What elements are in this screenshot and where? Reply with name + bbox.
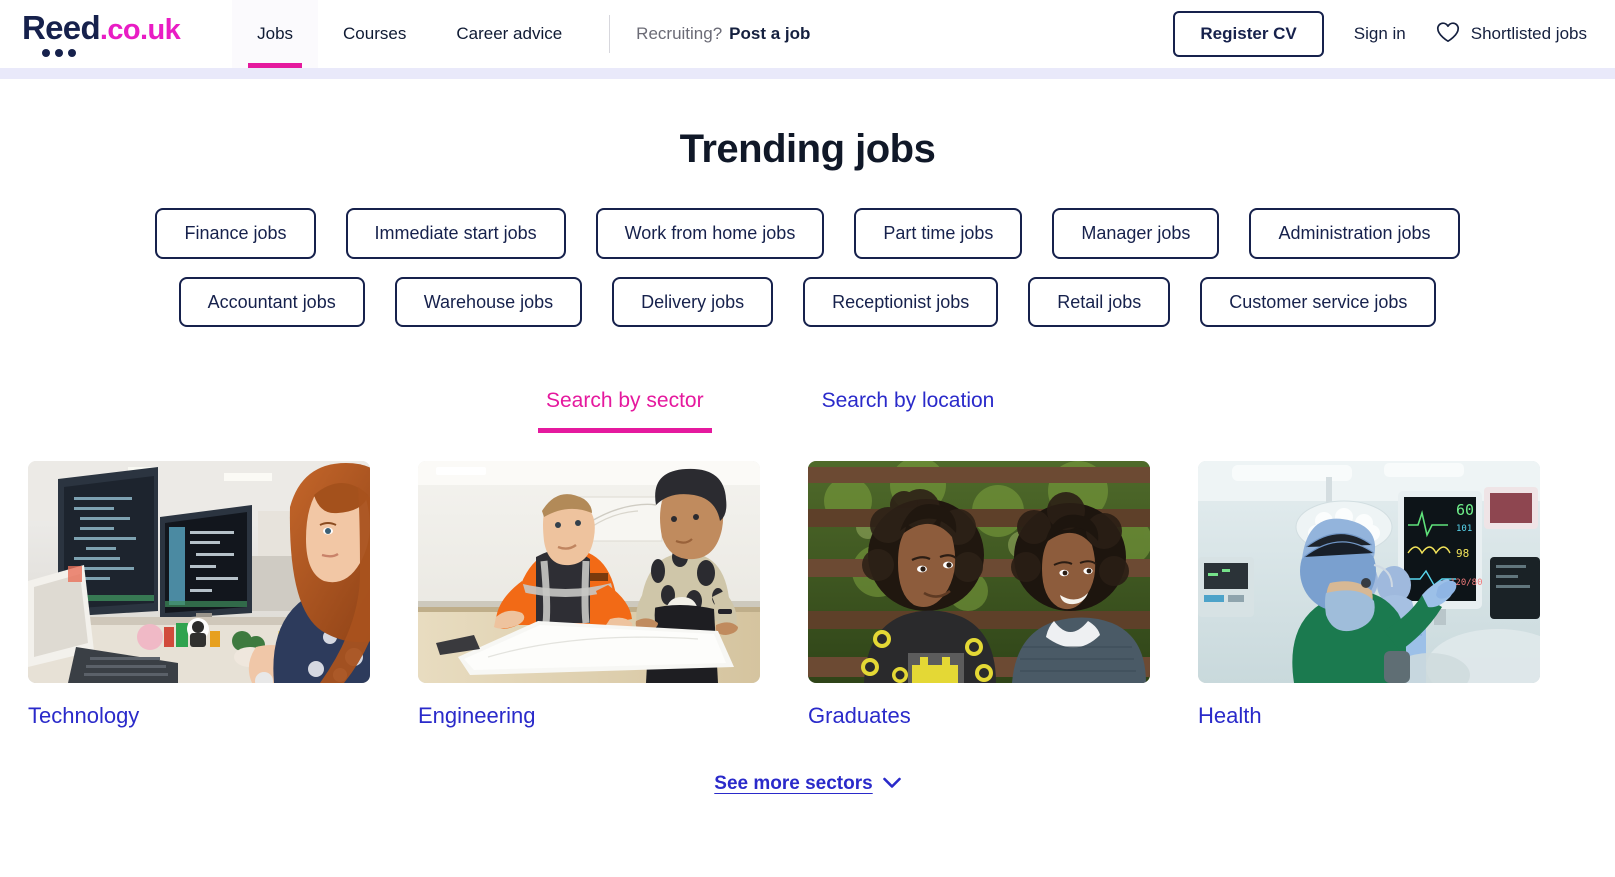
chevron-down-icon bbox=[882, 773, 901, 795]
nav-item-career-advice-label: Career advice bbox=[456, 24, 563, 43]
sector-card-engineering[interactable]: Engineering bbox=[418, 461, 760, 729]
trending-pill-receptionist[interactable]: Receptionist jobs bbox=[803, 276, 999, 328]
recruiting-post-a-job[interactable]: Recruiting? Post a job bbox=[636, 24, 810, 44]
trending-jobs-pills: Finance jobs Immediate start jobs Work f… bbox=[0, 208, 1615, 328]
sector-card-technology[interactable]: Technology bbox=[28, 461, 370, 729]
site-header: Reed .co.uk Jobs Courses Career advice R… bbox=[0, 0, 1615, 68]
sign-in-link[interactable]: Sign in bbox=[1324, 24, 1436, 44]
tab-search-by-location[interactable]: Search by location bbox=[822, 389, 995, 433]
header-divider bbox=[609, 15, 611, 53]
see-more-sectors-link[interactable]: See more sectors bbox=[714, 772, 901, 795]
sector-card-engineering-label: Engineering bbox=[418, 703, 536, 729]
site-logo[interactable]: Reed .co.uk bbox=[22, 9, 181, 57]
see-more-sectors-label: See more sectors bbox=[714, 772, 873, 794]
nav-item-courses-label: Courses bbox=[343, 24, 407, 43]
trending-pill-administration[interactable]: Administration jobs bbox=[1249, 208, 1460, 259]
nav-item-career-advice[interactable]: Career advice bbox=[431, 0, 587, 68]
recruiting-prompt: Recruiting? bbox=[636, 24, 723, 43]
header-actions: Register CV Sign in Shortlisted jobs bbox=[1173, 11, 1593, 57]
three-dots-icon bbox=[42, 49, 76, 57]
woman-at-dual-monitors-photo bbox=[28, 461, 370, 684]
sector-card-graduates[interactable]: Graduates bbox=[808, 461, 1150, 729]
tab-search-by-sector-label: Search by sector bbox=[546, 389, 704, 413]
logo-brand-text: Reed bbox=[22, 9, 101, 46]
trending-pill-delivery[interactable]: Delivery jobs bbox=[612, 276, 774, 328]
trending-pill-row-1: Finance jobs Immediate start jobs Work f… bbox=[0, 208, 1615, 259]
trending-pill-finance[interactable]: Finance jobs bbox=[155, 208, 316, 259]
svg-text:98: 98 bbox=[1456, 547, 1469, 560]
trending-pill-row-2: Accountant jobs Warehouse jobs Delivery … bbox=[0, 276, 1615, 328]
nav-item-courses[interactable]: Courses bbox=[318, 0, 431, 68]
shortlisted-jobs-link[interactable]: Shortlisted jobs bbox=[1436, 21, 1593, 48]
register-cv-button[interactable]: Register CV bbox=[1173, 11, 1324, 57]
shortlisted-jobs-label: Shortlisted jobs bbox=[1470, 24, 1587, 43]
post-a-job-link[interactable]: Post a job bbox=[729, 24, 810, 44]
sector-card-graduates-label: Graduates bbox=[808, 703, 911, 729]
trending-pill-accountant[interactable]: Accountant jobs bbox=[178, 276, 365, 328]
sector-card-health[interactable]: 60 101 98 120/80 Health bbox=[1198, 461, 1540, 729]
sector-card-list: Technology Engineering Graduates 60 101 … bbox=[0, 461, 1615, 729]
nav-item-jobs[interactable]: Jobs bbox=[232, 0, 319, 68]
trending-pill-part-time[interactable]: Part time jobs bbox=[854, 208, 1023, 259]
two-graduates-on-bench-photo bbox=[808, 461, 1150, 684]
search-tabs: Search by sector Search by location bbox=[0, 389, 1615, 434]
nav-item-jobs-label: Jobs bbox=[257, 24, 294, 43]
page-title: Trending jobs bbox=[679, 127, 936, 171]
main-nav: Jobs Courses Career advice bbox=[232, 0, 587, 68]
see-more-sectors-wrap: See more sectors bbox=[0, 773, 1615, 795]
sector-card-health-label: Health bbox=[1198, 703, 1262, 729]
trending-pill-customer-service[interactable]: Customer service jobs bbox=[1200, 276, 1437, 328]
engineers-reviewing-blueprints-photo bbox=[418, 461, 760, 684]
trending-pill-manager[interactable]: Manager jobs bbox=[1052, 208, 1220, 259]
tab-search-by-sector[interactable]: Search by sector bbox=[538, 389, 712, 434]
logo-wordmark: Reed .co.uk bbox=[22, 9, 181, 46]
svg-text:101: 101 bbox=[1456, 524, 1472, 534]
tab-search-by-location-label: Search by location bbox=[821, 389, 995, 413]
header-accent-band bbox=[0, 68, 1615, 79]
sector-card-technology-label: Technology bbox=[28, 703, 140, 729]
svg-text:60: 60 bbox=[1456, 501, 1474, 519]
heart-icon bbox=[1436, 21, 1460, 48]
trending-pill-retail[interactable]: Retail jobs bbox=[1028, 276, 1171, 328]
page-content: Trending jobs Finance jobs Immediate sta… bbox=[0, 127, 1615, 795]
logo-tld-text: .co.uk bbox=[99, 14, 181, 46]
trending-pill-immediate-start[interactable]: Immediate start jobs bbox=[345, 208, 566, 259]
trending-pill-warehouse[interactable]: Warehouse jobs bbox=[394, 276, 583, 328]
trending-pill-work-from-home[interactable]: Work from home jobs bbox=[595, 208, 825, 259]
surgical-team-operating-theatre-photo: 60 101 98 120/80 bbox=[1198, 461, 1540, 684]
